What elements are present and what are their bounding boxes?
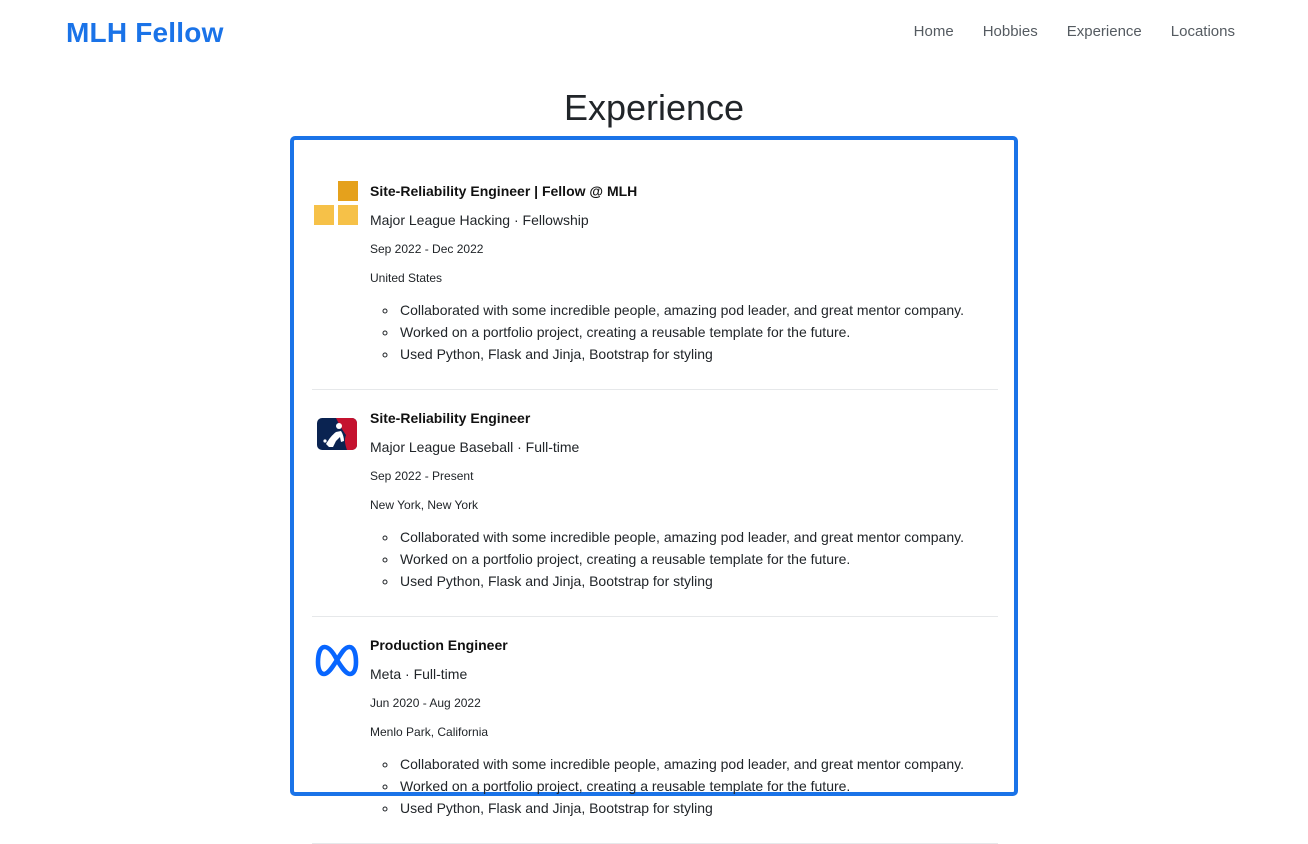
job-role: Production Engineer: [370, 637, 508, 653]
job-bullet: Used Python, Flask and Jinja, Bootstrap …: [398, 570, 998, 592]
nav-link-hobbies[interactable]: Hobbies: [968, 22, 1052, 42]
brand-link[interactable]: MLH Fellow: [66, 16, 224, 50]
job-bullet: Collaborated with some incredible people…: [398, 299, 998, 321]
job-bullets: Collaborated with some incredible people…: [370, 753, 998, 819]
job-bullet: Worked on a portfolio project, creating …: [398, 775, 998, 797]
meta-logo-icon: [315, 644, 359, 677]
nav-link-experience[interactable]: Experience: [1052, 22, 1156, 42]
experience-card: Site-Reliability Engineer | Fellow @ MLH…: [290, 136, 1018, 844]
job-bullet: Collaborated with some incredible people…: [398, 526, 998, 548]
mlh-logo-icon: [314, 181, 358, 225]
job-location: Menlo Park, California: [370, 725, 489, 739]
experience-item: Site-Reliability Engineer | Fellow @ MLH…: [312, 140, 998, 390]
job-bullets: Collaborated with some incredible people…: [370, 526, 998, 592]
nav-link-locations[interactable]: Locations: [1156, 22, 1235, 42]
job-location: New York, New York: [370, 498, 479, 512]
job-dates: Sep 2022 - Present: [370, 469, 474, 483]
nav-links: Home Hobbies Experience Locations: [899, 22, 1235, 42]
page-title: Experience: [563, 87, 745, 128]
job-bullet: Used Python, Flask and Jinja, Bootstrap …: [398, 343, 998, 365]
job-bullet: Used Python, Flask and Jinja, Bootstrap …: [398, 797, 998, 819]
job-dates: Jun 2020 - Aug 2022: [370, 696, 481, 710]
job-bullets: Collaborated with some incredible people…: [370, 299, 998, 365]
mlb-logo-icon: [317, 418, 357, 450]
job-company: Major League Baseball · Full-time: [370, 439, 580, 455]
job-company: Meta · Full-time: [370, 666, 468, 682]
navbar: MLH Fellow Home Hobbies Experience Locat…: [0, 0, 1308, 64]
job-bullet: Collaborated with some incredible people…: [398, 753, 998, 775]
job-company: Major League Hacking · Fellowship: [370, 212, 589, 228]
experience-item: Site-Reliability Engineer Major League B…: [312, 390, 998, 617]
job-bullet: Worked on a portfolio project, creating …: [398, 321, 998, 343]
job-role: Site-Reliability Engineer: [370, 410, 531, 426]
job-role: Site-Reliability Engineer | Fellow @ MLH: [370, 183, 638, 199]
job-location: United States: [370, 271, 443, 285]
job-dates: Sep 2022 - Dec 2022: [370, 242, 484, 256]
job-bullet: Worked on a portfolio project, creating …: [398, 548, 998, 570]
nav-link-home[interactable]: Home: [899, 22, 968, 42]
experience-item: Production Engineer Meta · Full-time Jun…: [312, 617, 998, 844]
